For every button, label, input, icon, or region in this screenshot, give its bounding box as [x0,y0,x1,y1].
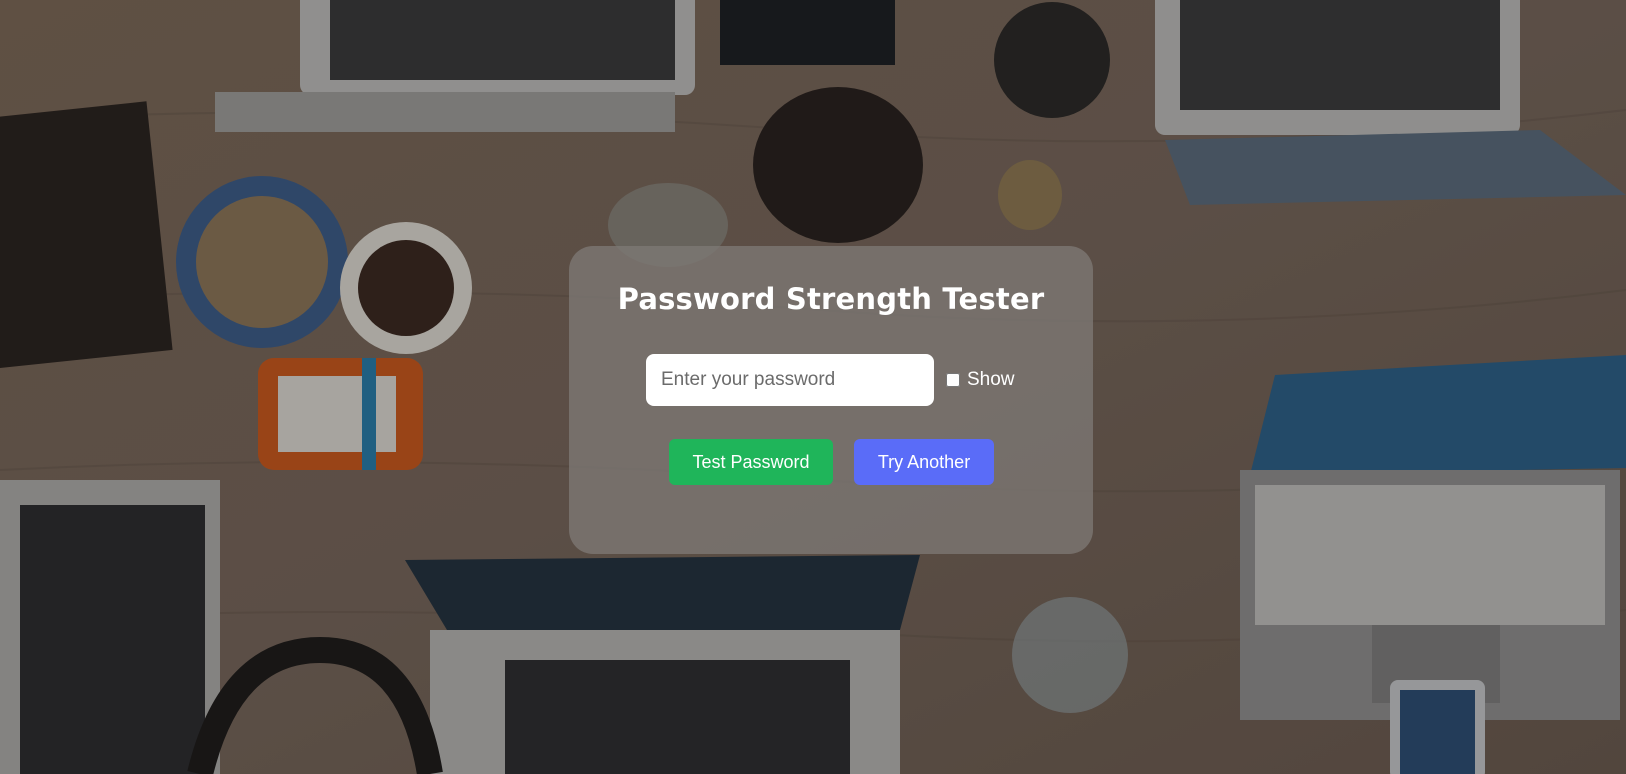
try-another-button[interactable]: Try Another [854,439,994,485]
show-password-checkbox[interactable] [946,373,960,387]
password-tester-card: Password Strength Tester Show Test Passw… [569,246,1093,554]
test-password-button[interactable]: Test Password [669,439,833,485]
password-input[interactable] [646,354,934,406]
action-buttons: Test Password Try Another [669,439,994,485]
page-title: Password Strength Tester [617,282,1045,316]
show-password-toggle[interactable]: Show [946,369,1015,391]
page: Password Strength Tester Show Test Passw… [0,0,1626,774]
show-password-label: Show [967,369,1015,390]
password-input-row: Show [646,354,1015,406]
